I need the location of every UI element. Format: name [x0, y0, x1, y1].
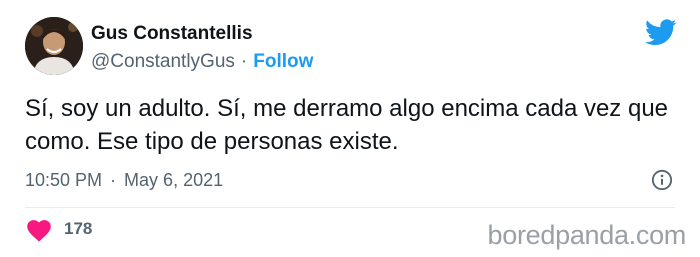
tweet-card: Gus Constantellis @ConstantlyGus · Follow …	[0, 0, 700, 257]
tweet-time: 10:50 PM	[25, 170, 103, 190]
heart-icon[interactable]	[27, 220, 51, 242]
twitter-bird-icon[interactable]	[645, 19, 677, 46]
like-count: 178	[64, 219, 93, 238]
follow-button[interactable]: Follow	[253, 51, 313, 72]
divider	[25, 207, 675, 208]
tweet-date: May 6, 2021	[124, 170, 224, 190]
tweet-timestamp[interactable]: 10:50 PM · May 6, 2021	[25, 170, 223, 191]
avatar-image	[25, 17, 83, 75]
timestamp-separator: ·	[110, 170, 117, 190]
watermark: boredpanda.com	[487, 220, 687, 250]
tweet-text: Sí, soy un adulto. Sí, me derramo algo e…	[25, 95, 669, 155]
handle-row: @ConstantlyGus · Follow	[91, 51, 313, 73]
info-icon[interactable]	[651, 169, 673, 191]
handle-separator: ·	[240, 51, 248, 72]
author-name[interactable]: Gus Constantellis	[91, 23, 253, 45]
author-handle[interactable]: @ConstantlyGus	[91, 51, 235, 72]
avatar[interactable]	[25, 17, 83, 75]
